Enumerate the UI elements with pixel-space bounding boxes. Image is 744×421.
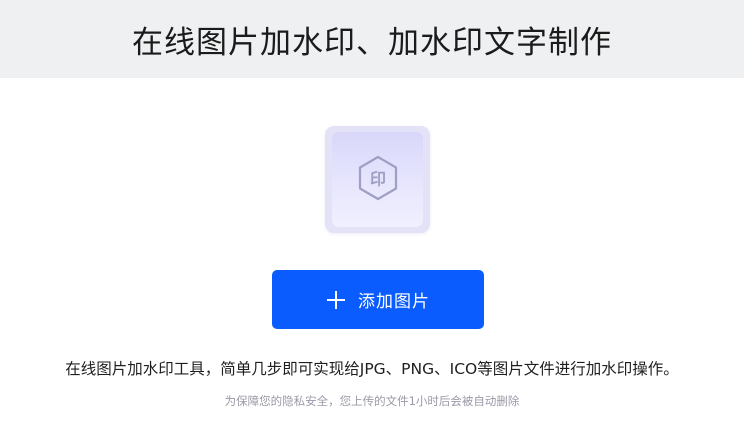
privacy-note: 为保障您的隐私安全，您上传的文件1小时后会被自动删除 xyxy=(224,394,520,408)
add-image-button[interactable]: 添加图片 xyxy=(272,270,484,329)
add-image-button-label: 添加图片 xyxy=(358,292,430,311)
upload-drop-zone[interactable]: 印 xyxy=(325,126,430,233)
page-title: 在线图片加水印、加水印文字制作 xyxy=(132,24,612,61)
watermark-stamp-icon-text: 印 xyxy=(369,169,385,188)
page: 在线图片加水印、加水印文字制作 印 添加图片 在线图片加水印工具，简单几步即可实… xyxy=(0,0,744,421)
upload-tile[interactable]: 印 xyxy=(332,132,423,227)
watermark-stamp-icon: 印 xyxy=(356,154,400,206)
page-header: 在线图片加水印、加水印文字制作 xyxy=(0,0,744,78)
tool-description: 在线图片加水印工具，简单几步即可实现给JPG、PNG、ICO等图片文件进行加水印… xyxy=(65,360,679,378)
plus-icon xyxy=(326,290,346,310)
